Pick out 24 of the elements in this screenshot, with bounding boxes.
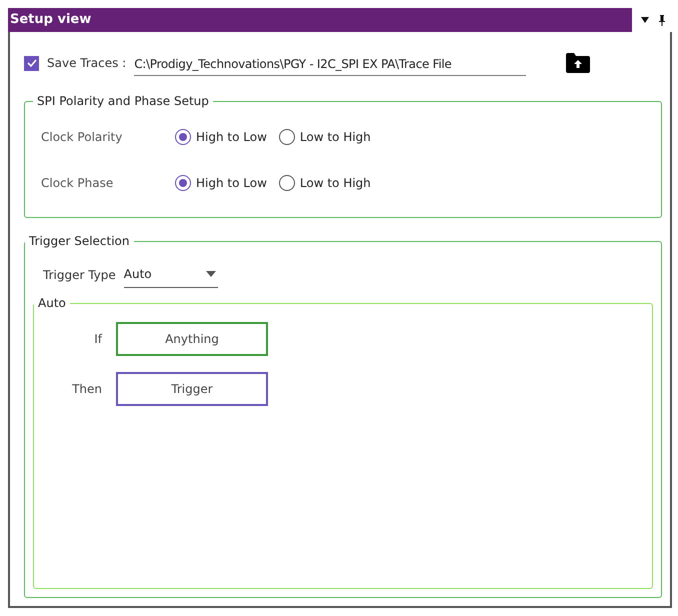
radio-option[interactable]: Low to High	[278, 129, 371, 145]
save-traces-checkbox[interactable]	[24, 56, 39, 70]
radio-option[interactable]: High to Low	[175, 129, 267, 145]
group-title: Trigger Selection	[28, 234, 130, 248]
folder-upload-icon[interactable]	[566, 53, 590, 73]
trigger-type-label: Trigger Type	[43, 268, 116, 282]
caret-icon	[206, 270, 216, 276]
checkmark-icon	[26, 57, 38, 69]
dropdown-caret-icon[interactable]	[640, 16, 650, 24]
trigger-type-dropdown[interactable]: Auto	[124, 262, 218, 288]
condition-label: Then	[71, 382, 103, 396]
save-traces-label: Save Traces :	[47, 56, 126, 70]
group-title: SPI Polarity and Phase Setup	[36, 94, 210, 108]
condition-button[interactable]: Anything	[116, 322, 268, 356]
trace-path-field[interactable]: C:\Prodigy_Technovations\PGY - I2C_SPI EX PA\Trace File	[134, 50, 526, 76]
radio-option[interactable]: High to Low	[175, 175, 267, 191]
condition-label: If	[93, 332, 104, 346]
group-title: Auto	[37, 296, 67, 310]
setting-label: Clock Polarity	[41, 130, 124, 144]
condition-button[interactable]: Trigger	[116, 372, 268, 406]
setting-label: Clock Phase	[41, 176, 114, 190]
radio-option[interactable]: Low to High	[278, 175, 371, 191]
pin-icon[interactable]	[658, 14, 666, 26]
panel-title: Setup view	[8, 8, 632, 32]
